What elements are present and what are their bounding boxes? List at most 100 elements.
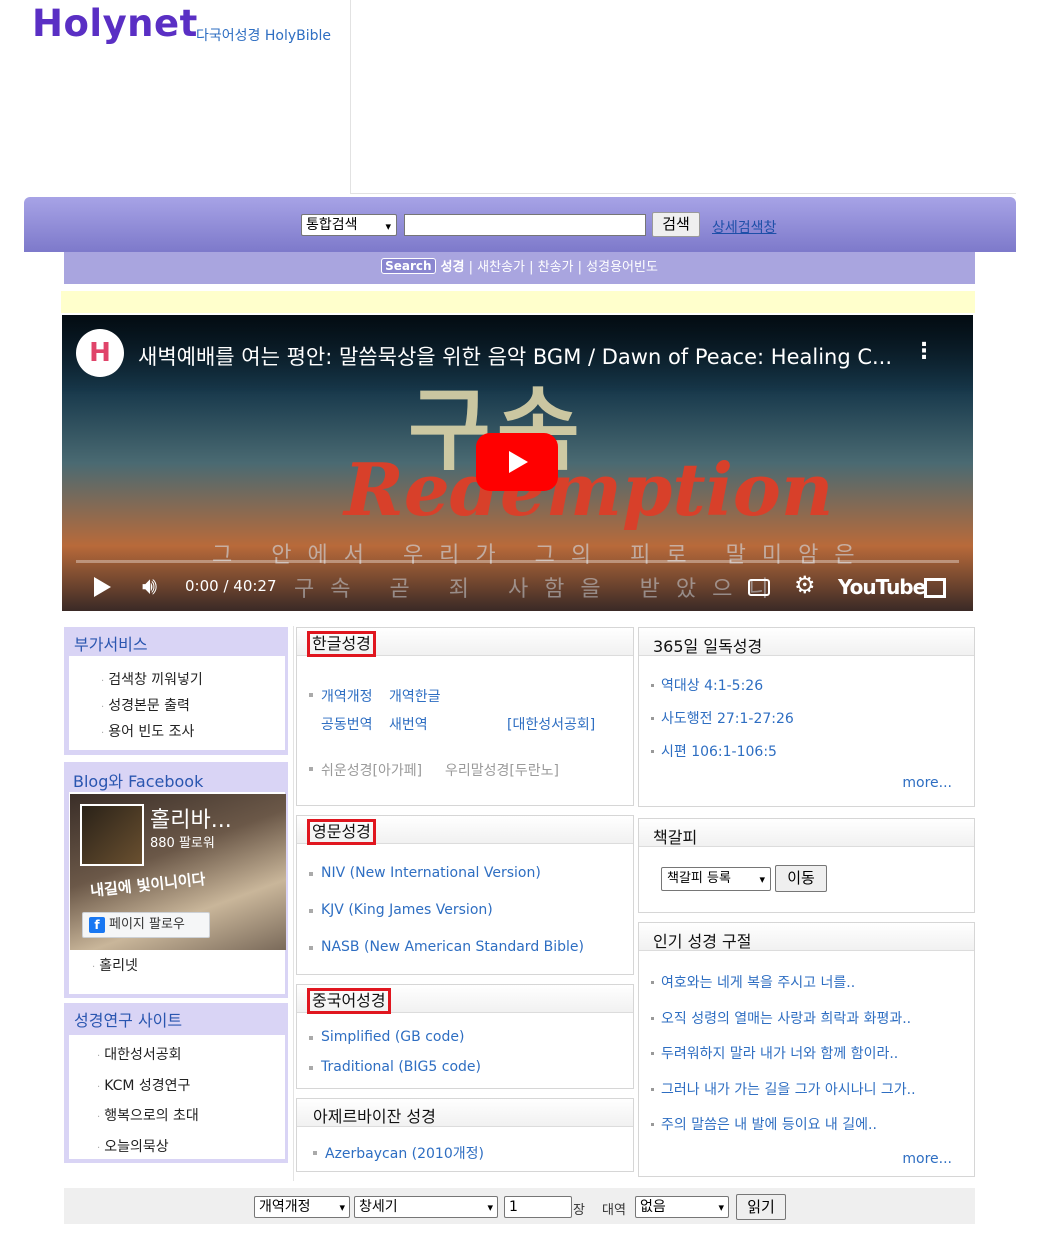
version-link[interactable]: 쉬운성경[아가페] (321, 760, 422, 780)
publisher-link[interactable]: [대한성서공회] (507, 714, 595, 734)
bullet-icon (651, 981, 654, 984)
blog-links: · 홀리넷 (92, 954, 138, 980)
video-progress-bar[interactable] (76, 560, 959, 563)
version-link[interactable]: NIV (New International Version) (321, 865, 541, 881)
bullet-icon (651, 750, 654, 753)
list-item[interactable]: · 검색창 끼워넣기 (101, 668, 203, 694)
research-title: 성경연구 사이트 (74, 1011, 183, 1030)
version-link[interactable]: Azerbaycan (2010개정) (325, 1143, 484, 1163)
version-link[interactable]: Simplified (GB code) (321, 1029, 464, 1045)
follow-page-button[interactable]: f 페이지 팔로우 (82, 912, 210, 938)
chinese-bible-box: 중국어성경 Simplified (GB code) Traditional (… (296, 984, 634, 1089)
bullet-icon (309, 1066, 313, 1070)
list-item[interactable]: · 성경본문 출력 (101, 694, 203, 720)
bullet-icon (651, 684, 654, 687)
verse-link[interactable]: 주의 말씀은 내 발에 등이요 내 길에.. (661, 1114, 877, 1134)
menu-item-new-hymn[interactable]: 새찬송가 (477, 260, 525, 275)
gear-icon[interactable]: ⚙ (794, 571, 816, 599)
video-title[interactable]: 새벽예배를 여는 평안: 말씀묵상을 위한 음악 BGM / Dawn of P… (138, 341, 892, 371)
chapter-label: 장 (573, 1203, 585, 1218)
book-select[interactable]: 창세기 ▾ (354, 1196, 498, 1218)
facebook-page-avatar[interactable] (80, 804, 144, 866)
channel-avatar-icon[interactable]: H (76, 329, 124, 377)
research-list-panel: · 대한성서공회 · KCM 성경연구 · 행복으로의 초대 · 오늘의묵상 (69, 1035, 285, 1159)
read-button[interactable]: 읽기 (736, 1194, 786, 1220)
popular-more-link[interactable]: more... (902, 1151, 952, 1167)
menu-separator: | (464, 260, 478, 275)
bullet-icon (309, 909, 313, 913)
version-link[interactable]: NASB (New American Standard Bible) (321, 939, 584, 955)
video-lyric-line2: 구속 곧 죄 사함을 받았으니 (294, 577, 785, 602)
verse-link[interactable]: 그러나 내가 가는 길을 그가 아시나니 그가.. (661, 1079, 916, 1099)
compare-select[interactable]: 없음 ▾ (635, 1196, 729, 1218)
bullet-icon (309, 946, 313, 950)
bullet-icon (651, 1052, 654, 1055)
chevron-down-icon: ▾ (385, 220, 391, 233)
verse-link[interactable]: 여호와는 네게 복을 주시고 너를.. (661, 972, 855, 992)
list-item[interactable]: · 행복으로의 초대 (97, 1102, 199, 1133)
research-list: · 대한성서공회 · KCM 성경연구 · 행복으로의 초대 · 오늘의묵상 (97, 1041, 199, 1163)
version-link[interactable]: 우리말성경[두란노] (445, 760, 559, 780)
korean-bible-box: 한글성경 개역개정 개역한글 공동번역 새번역 [대한성서공회] 쉬운성경[아가… (296, 627, 634, 806)
bullet-icon (651, 1017, 654, 1020)
version-link[interactable]: 개역개정 (321, 686, 373, 706)
english-bible-box: 영문성경 NIV (New International Version) KJV… (296, 815, 634, 975)
video-lyric-line1: 그 안에서 우리가 그의 피로 말미암은 (212, 543, 871, 568)
menu-item-bible[interactable]: 성경 (441, 260, 465, 275)
play-icon (509, 451, 528, 473)
play-icon[interactable] (94, 577, 111, 597)
list-item[interactable]: · 홀리넷 (92, 954, 138, 980)
chapter-input[interactable]: 1 (504, 1196, 572, 1218)
header-divider (350, 0, 351, 194)
azerbaijani-bible-box: 아제르바이잔 성경 Azerbaycan (2010개정) (296, 1098, 634, 1172)
list-item[interactable]: · 오늘의묵상 (97, 1133, 199, 1164)
bullet-icon (651, 1123, 654, 1126)
captions-icon[interactable] (748, 579, 770, 596)
bullet-icon (309, 767, 313, 771)
services-title: 부가서비스 (74, 635, 148, 654)
bookmark-go-button[interactable]: 이동 (775, 865, 827, 892)
list-item[interactable]: · KCM 성경연구 (97, 1072, 199, 1103)
more-options-icon[interactable]: ⋮ (913, 341, 935, 363)
book-select-value: 창세기 (359, 1199, 398, 1215)
search-type-value: 통합검색 (306, 217, 358, 233)
facebook-icon: f (89, 917, 105, 933)
reading-link[interactable]: 시편 106:1-106:5 (661, 741, 777, 761)
version-link[interactable]: Traditional (BIG5 code) (321, 1059, 481, 1075)
search-button[interactable]: 검색 (652, 212, 700, 237)
reading-link[interactable]: 역대상 4:1-5:26 (661, 675, 763, 695)
list-item[interactable]: · 용어 빈도 조사 (101, 720, 203, 746)
verse-link[interactable]: 두려워하지 말라 내가 너와 함께 함이라.. (661, 1043, 898, 1063)
menu-item-term-frequency[interactable]: 성경용어빈도 (586, 260, 658, 275)
facebook-page-name[interactable]: 홀리바... (150, 802, 232, 834)
search-type-select[interactable]: 통합검색 ▾ (301, 214, 397, 236)
version-link[interactable]: 공동번역 (321, 714, 373, 734)
services-list: · 검색창 끼워넣기 · 성경본문 출력 · 용어 빈도 조사 (101, 668, 203, 746)
bookmark-select[interactable]: 책갈피 등록 ▾ (661, 867, 771, 891)
big-play-button[interactable] (476, 433, 558, 491)
volume-icon[interactable]: 🔊︎ (142, 572, 157, 600)
search-input[interactable] (404, 214, 646, 236)
version-select[interactable]: 개역개정 ▾ (254, 1196, 350, 1218)
advanced-search-link[interactable]: 상세검색창 (712, 217, 776, 237)
bullet-icon (309, 693, 313, 697)
bullet-icon (651, 1088, 654, 1091)
version-link[interactable]: KJV (King James Version) (321, 902, 493, 918)
fullscreen-icon[interactable] (924, 578, 946, 598)
version-link[interactable]: 개역한글 (389, 686, 441, 706)
youtube-video-embed[interactable]: 구속 Redemption 그 안에서 우리가 그의 피로 말미암은 구속 곧 … (62, 315, 973, 611)
chinese-bible-title: 중국어성경 (307, 988, 391, 1014)
site-logo[interactable]: Holynet (32, 2, 198, 45)
version-select-value: 개역개정 (259, 1199, 311, 1215)
list-item[interactable]: · 대한성서공회 (97, 1041, 199, 1072)
reading-link[interactable]: 사도행전 27:1-27:26 (661, 708, 794, 728)
youtube-logo[interactable]: YouTube (838, 575, 926, 599)
site-subtitle[interactable]: 다국어성경 HolyBible (196, 25, 331, 45)
menu-item-hymn[interactable]: 찬송가 (538, 260, 574, 275)
header: Holynet 다국어성경 HolyBible (0, 0, 1038, 196)
daily-more-link[interactable]: more... (902, 775, 952, 791)
follow-page-label: 페이지 팔로우 (109, 917, 185, 932)
verse-link[interactable]: 오직 성령의 열매는 사랑과 희락과 화평과.. (661, 1008, 911, 1028)
facebook-page-widget[interactable]: 홀리바... 880 팔로워 내길에 빛이니이다 f 페이지 팔로우 (70, 794, 286, 950)
version-link[interactable]: 새번역 (389, 714, 428, 734)
